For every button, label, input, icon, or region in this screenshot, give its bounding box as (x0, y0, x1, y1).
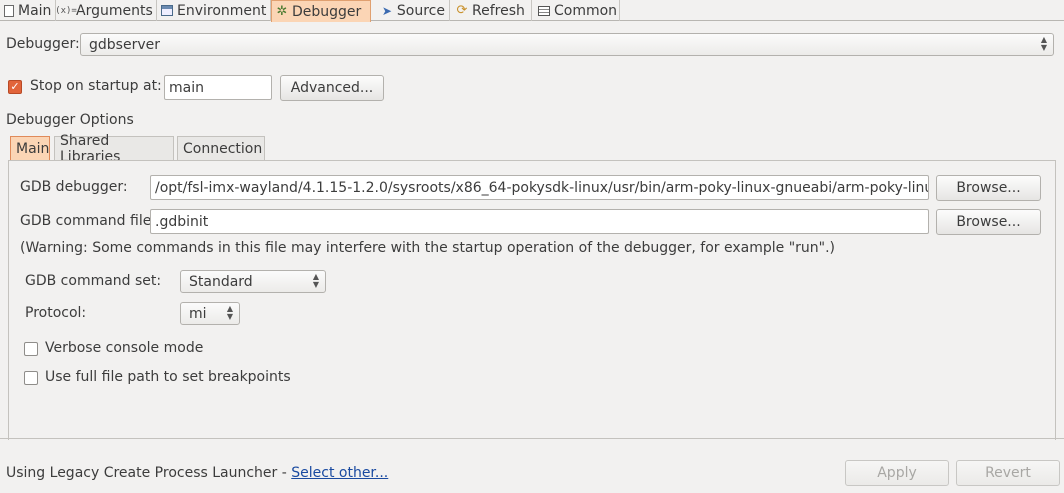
revert-button[interactable]: Revert (956, 460, 1060, 486)
options-tab-main[interactable]: Main (10, 136, 50, 160)
full-file-path-checkbox[interactable] (24, 371, 38, 385)
options-tab-shared-libraries[interactable]: Shared Libraries (54, 133, 174, 165)
gdb-command-file-label: GDB command file: (20, 213, 157, 229)
debugger-options-group-label: Debugger Options (6, 112, 134, 128)
gdb-command-file-input[interactable]: .gdbinit (150, 209, 929, 234)
select-arrows-icon: ▲ ▼ (312, 272, 319, 289)
footer-separator (0, 438, 1064, 439)
tab-environment-label: Environment (177, 2, 267, 19)
tab-debugger-label: Debugger (292, 3, 362, 20)
tab-source-label: Source (396, 2, 445, 19)
stop-on-startup-label: Stop on startup at: (30, 78, 162, 94)
gdb-command-set-select[interactable]: Standard ▲ ▼ (180, 270, 326, 293)
options-tab-connection[interactable]: Connection (177, 136, 265, 160)
select-other-link[interactable]: Select other... (291, 465, 388, 481)
options-panel (8, 160, 1056, 440)
tab-refresh-label: Refresh (472, 2, 525, 19)
apply-button[interactable]: Apply (845, 460, 949, 486)
launcher-text: Using Legacy Create Process Launcher - (6, 465, 292, 481)
full-file-path-label: Use full file path to set breakpoints (45, 369, 291, 385)
gdb-command-file-browse-button[interactable]: Browse... (936, 209, 1041, 235)
gdb-command-set-value: Standard (189, 273, 253, 290)
select-arrows-icon: ▲ ▼ (1040, 35, 1047, 52)
tab-debugger[interactable]: ✲ Debugger (271, 0, 371, 22)
source-icon: ➤ (381, 3, 392, 18)
tab-arguments-label: Arguments (76, 2, 153, 19)
verbose-console-checkbox[interactable] (24, 342, 38, 356)
tab-environment[interactable]: Environment (157, 0, 271, 21)
gdb-debugger-label: GDB debugger: (20, 179, 128, 195)
tab-main-label: Main (18, 2, 52, 19)
debugger-select-value: gdbserver (89, 36, 160, 53)
tab-common-label: Common (554, 2, 618, 19)
tab-arguments[interactable]: (x)= Arguments (55, 0, 157, 21)
debugger-label: Debugger: (6, 36, 80, 52)
verbose-console-label: Verbose console mode (45, 340, 204, 356)
protocol-value: mi (189, 305, 207, 322)
environment-icon (161, 4, 173, 18)
refresh-icon: ⟳ (456, 3, 468, 18)
gdb-debugger-input[interactable]: /opt/fsl-imx-wayland/4.1.15-1.2.0/sysroo… (150, 175, 929, 200)
stop-on-startup-checkbox[interactable]: ✓ (8, 80, 22, 94)
debugger-select[interactable]: gdbserver ▲ ▼ (80, 33, 1054, 56)
launcher-status-text: Using Legacy Create Process Launcher - S… (6, 465, 388, 481)
debugger-icon: ✲ (276, 4, 288, 19)
launch-config-tabs: Main (x)= Arguments Environment ✲ Debugg… (0, 0, 1064, 22)
command-file-warning: (Warning: Some commands in this file may… (20, 240, 836, 256)
common-icon (538, 4, 550, 18)
tab-source[interactable]: ➤ Source (377, 0, 450, 21)
protocol-select[interactable]: mi ▲ ▼ (180, 302, 240, 325)
stop-on-startup-input[interactable]: main (164, 75, 272, 100)
main-tab-icon (4, 4, 14, 18)
select-arrows-icon: ▲ ▼ (226, 304, 233, 321)
gdb-command-set-label: GDB command set: (25, 273, 162, 289)
tab-common[interactable]: Common (534, 0, 620, 21)
gdb-debugger-browse-button[interactable]: Browse... (936, 175, 1041, 201)
tab-main[interactable]: Main (0, 0, 56, 21)
tab-refresh[interactable]: ⟳ Refresh (452, 0, 532, 21)
protocol-label: Protocol: (25, 305, 87, 321)
arguments-icon: (x)= (55, 5, 77, 16)
advanced-button[interactable]: Advanced... (280, 75, 384, 101)
